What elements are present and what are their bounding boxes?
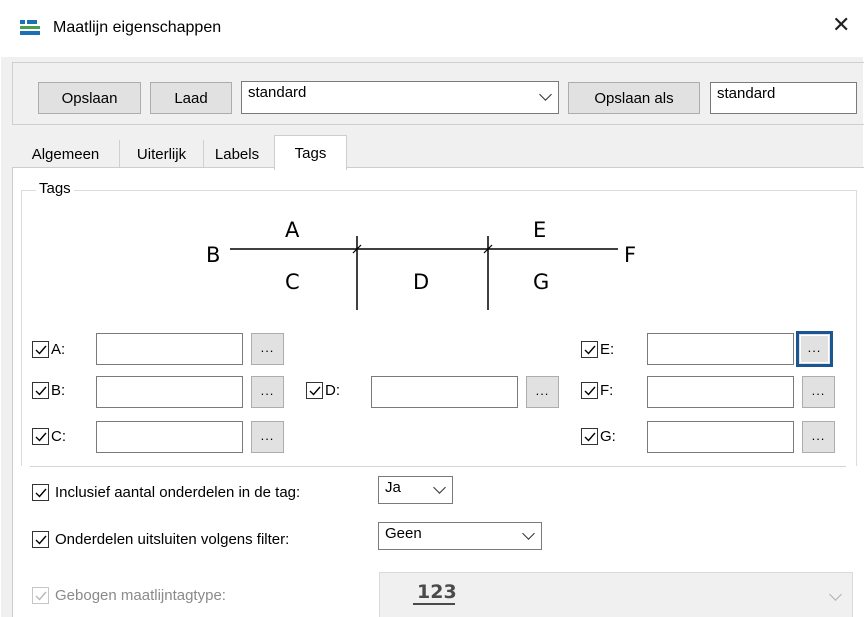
tag-d-browse-button[interactable]: ...: [526, 376, 559, 408]
save-as-button[interactable]: Opslaan als: [568, 82, 700, 114]
preset-dropdown-value: standard: [248, 84, 307, 101]
tag-e-input[interactable]: [647, 333, 794, 365]
checkmark-icon: [35, 488, 47, 498]
tag-f-browse-button[interactable]: ...: [802, 376, 835, 408]
dimension-app-icon: [20, 20, 40, 36]
tag-d-label: D:: [325, 382, 340, 399]
checkbox-tag-c[interactable]: [32, 428, 49, 445]
diagram-label-f: F: [624, 243, 637, 267]
close-icon[interactable]: ✕: [832, 14, 850, 36]
chevron-down-icon: [522, 527, 535, 540]
checkbox-tag-g[interactable]: [581, 428, 598, 445]
tag-b-browse-button[interactable]: ...: [251, 376, 284, 408]
checkmark-icon: [584, 386, 596, 396]
checkmark-icon: [309, 386, 321, 396]
checkbox-include-count[interactable]: [32, 484, 49, 501]
tag-d-input[interactable]: [371, 376, 518, 408]
tag-e-browse-button[interactable]: ...: [796, 331, 833, 367]
tag-b-input[interactable]: [96, 376, 243, 408]
checkmark-icon: [35, 386, 47, 396]
tag-f-label: F:: [600, 382, 614, 399]
checkbox-curved-type[interactable]: [32, 587, 49, 604]
checkmark-icon: [584, 345, 596, 355]
diagram-label-b: B: [206, 243, 221, 267]
tag-underline-glyph: [413, 603, 455, 605]
exclude-filter-value: Geen: [385, 525, 422, 542]
diagram-label-e: E: [533, 218, 547, 242]
dimension-line-drawing: [230, 236, 618, 310]
tab-algemeen[interactable]: Algemeen: [12, 140, 120, 168]
tab-tags[interactable]: Tags: [274, 135, 347, 170]
preset-dropdown[interactable]: standard: [241, 81, 559, 114]
include-count-dropdown[interactable]: Ja: [378, 476, 453, 504]
tags-group-title: Tags: [36, 180, 74, 197]
curved-type-label: Gebogen maatlijntagtype:: [55, 587, 226, 604]
tag-g-label: G:: [600, 428, 616, 445]
tag-b-label: B:: [51, 382, 66, 399]
diagram-label-c: C: [285, 270, 300, 294]
tag-g-input[interactable]: [647, 421, 794, 453]
diagram-label-a: A: [285, 218, 300, 242]
tag-g-browse-button[interactable]: ...: [802, 421, 835, 453]
save-button[interactable]: Opslaan: [38, 82, 141, 114]
save-as-name-input[interactable]: standard: [710, 82, 857, 114]
tab-labels[interactable]: Labels: [204, 140, 270, 168]
load-button[interactable]: Laad: [150, 82, 232, 114]
diagram-label-g: G: [533, 270, 550, 294]
checkmark-icon: [584, 432, 596, 442]
checkmark-icon: [35, 345, 47, 355]
title-bar: Maatlijn eigenschappen ✕: [0, 0, 864, 56]
exclude-filter-label: Onderdelen uitsluiten volgens filter:: [55, 531, 290, 548]
chevron-down-icon: [829, 588, 842, 601]
checkmark-icon: [35, 432, 47, 442]
include-count-label: Inclusief aantal onderdelen in de tag:: [55, 484, 301, 501]
tag-a-label: A:: [51, 341, 66, 358]
tag-e-label: E:: [600, 341, 615, 358]
chevron-down-icon: [539, 88, 552, 101]
curved-type-dropdown[interactable]: 123: [379, 572, 853, 617]
checkbox-tag-d[interactable]: [306, 382, 323, 399]
checkmark-icon: [35, 535, 47, 545]
tag-a-input[interactable]: [96, 333, 243, 365]
separator: [30, 466, 846, 467]
window-title: Maatlijn eigenschappen: [53, 19, 222, 36]
chevron-down-icon: [433, 481, 446, 494]
checkmark-icon: [35, 591, 47, 601]
diagram-label-d: D: [413, 270, 430, 294]
tag-f-input[interactable]: [647, 376, 794, 408]
tag-a-browse-button[interactable]: ...: [251, 333, 284, 365]
checkbox-tag-e[interactable]: [581, 341, 598, 358]
tag-c-label: C:: [51, 428, 66, 445]
tab-uiterlijk[interactable]: Uiterlijk: [120, 140, 204, 168]
curved-type-value: 123: [417, 581, 457, 603]
tag-c-browse-button[interactable]: ...: [251, 421, 284, 453]
checkbox-tag-f[interactable]: [581, 382, 598, 399]
include-count-value: Ja: [385, 479, 401, 496]
checkbox-tag-b[interactable]: [32, 382, 49, 399]
tag-c-input[interactable]: [96, 421, 243, 453]
checkbox-exclude-filter[interactable]: [32, 531, 49, 548]
checkbox-tag-a[interactable]: [32, 341, 49, 358]
exclude-filter-dropdown[interactable]: Geen: [378, 522, 542, 550]
tag-position-diagram: A B C D E F G: [190, 210, 650, 320]
